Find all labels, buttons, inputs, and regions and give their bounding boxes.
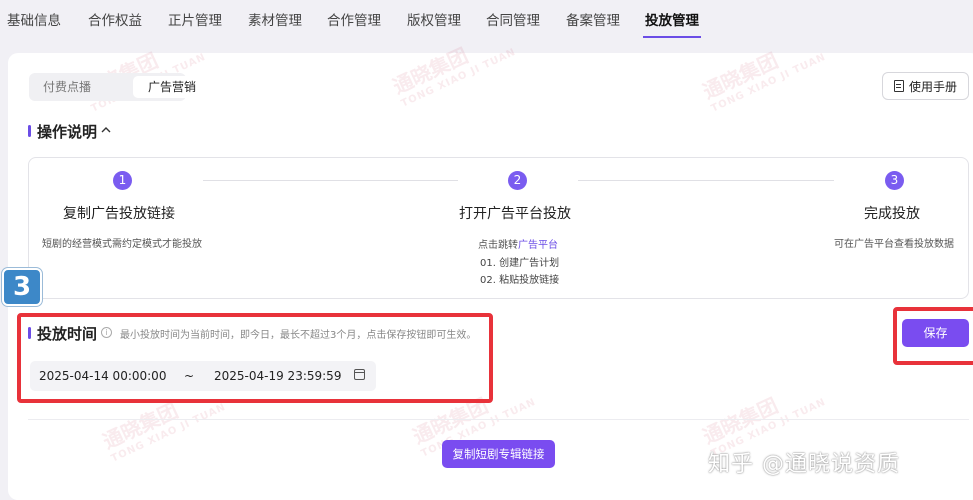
- step-3-title: 完成投放: [864, 206, 920, 222]
- save-button[interactable]: 保存: [902, 319, 969, 347]
- user-manual-button[interactable]: 使用手册: [882, 72, 969, 100]
- step-1-number: 1: [113, 171, 132, 190]
- nav-item-filing-management[interactable]: 备案管理: [566, 9, 620, 29]
- section-marker: [28, 327, 31, 339]
- step-2-sub-2: 02. 粘贴投放链接: [480, 275, 560, 286]
- nav-item-basic-info[interactable]: 基础信息: [7, 9, 61, 29]
- step-2-desc: 点击跳转广告平台: [478, 236, 558, 251]
- segment-ad-marketing[interactable]: 广告营销: [133, 76, 211, 98]
- placement-time-hint: 最小投放时间为当前时间，即今日，最长不超过3个月，点击保存按钮即可生效。: [120, 330, 477, 341]
- range-separator: ~: [184, 369, 195, 383]
- copy-album-link-button[interactable]: 复制短剧专辑链接: [442, 440, 555, 468]
- active-tab-indicator: [643, 36, 701, 38]
- nav-item-cooperation-management[interactable]: 合作管理: [327, 9, 381, 29]
- mode-segmented-control: 付费点播 广告营销: [29, 73, 211, 101]
- nav-item-material-management[interactable]: 素材管理: [248, 9, 302, 29]
- step-2-title: 打开广告平台投放: [459, 206, 571, 222]
- step-connector: [578, 180, 834, 181]
- nav-item-copyright-management[interactable]: 版权管理: [407, 9, 461, 29]
- annotation-number-badge: 3: [2, 268, 42, 306]
- start-datetime[interactable]: 2025-04-14 00:00:00: [39, 369, 166, 383]
- step-connector: [203, 180, 458, 181]
- calendar-icon[interactable]: [354, 369, 365, 380]
- divider: [28, 419, 969, 420]
- step-1-title: 复制广告投放链接: [63, 206, 175, 222]
- nav-item-contract-management[interactable]: 合同管理: [486, 9, 540, 29]
- info-icon[interactable]: i: [101, 327, 112, 338]
- section-marker: [28, 125, 31, 137]
- nav-item-feature-management[interactable]: 正片管理: [168, 9, 222, 29]
- nav-item-placement-management[interactable]: 投放管理: [645, 9, 699, 29]
- step-1-desc: 短剧的经营模式需约定模式才能投放: [42, 239, 202, 250]
- date-range-picker[interactable]: 2025-04-14 00:00:00 ~ 2025-04-19 23:59:5…: [30, 361, 376, 391]
- placement-time-title: 投放时间: [37, 325, 98, 343]
- step-3-desc: 可在广告平台查看投放数据: [834, 239, 954, 250]
- segment-paid-vod[interactable]: 付费点播: [33, 76, 101, 98]
- nav-item-cooperation-rights[interactable]: 合作权益: [88, 9, 142, 29]
- user-manual-label: 使用手册: [908, 79, 957, 94]
- step-3-number: 3: [885, 171, 904, 190]
- step-2-sub-1: 01. 创建广告计划: [480, 258, 560, 269]
- ad-platform-link[interactable]: 广告平台: [518, 240, 558, 251]
- end-datetime[interactable]: 2025-04-19 23:59:59: [214, 369, 341, 383]
- corner-watermark: 知乎 @通晓说资质: [708, 452, 900, 477]
- step-2-desc-prefix: 点击跳转: [478, 240, 518, 251]
- top-nav: 基础信息 合作权益 正片管理 素材管理 合作管理 版权管理 合同管理 备案管理 …: [0, 0, 973, 38]
- document-icon: [893, 80, 904, 92]
- instructions-title: 操作说明: [37, 123, 98, 141]
- chevron-up-icon[interactable]: [101, 126, 111, 134]
- step-2-number: 2: [508, 171, 527, 190]
